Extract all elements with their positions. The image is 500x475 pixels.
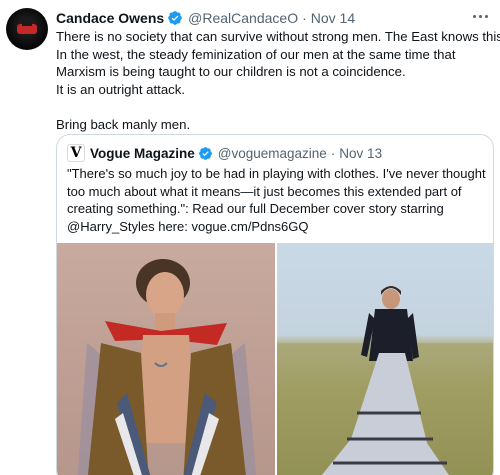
tweet-line: There is no society that can survive wit… <box>56 29 500 44</box>
quoted-line: "There's so much joy to be had in playin… <box>67 166 486 181</box>
verified-badge-icon <box>168 11 182 25</box>
tweet[interactable]: Candace Owens @RealCandaceO · Nov 14 The… <box>0 0 500 475</box>
tweet-header: Candace Owens @RealCandaceO · Nov 14 <box>56 9 355 27</box>
quoted-tweet-text: "There's so much joy to be had in playin… <box>67 165 487 235</box>
tweet-line: In the west, the steady feminization of … <box>56 46 456 62</box>
media-grid <box>57 243 493 475</box>
photo-studio-portrait[interactable] <box>57 243 275 475</box>
separator-dot: · <box>330 145 336 161</box>
quoted-tweet[interactable]: V Vogue Magazine @voguemagazine · Nov 13… <box>56 134 494 475</box>
more-options-icon[interactable] <box>470 8 490 24</box>
quoted-line: too much about what it means—it just bec… <box>67 183 462 199</box>
quoted-author-handle[interactable]: @voguemagazine <box>218 146 327 161</box>
quoted-line: creating something.": Read our full Dece… <box>67 201 444 216</box>
quoted-tweet-date[interactable]: Nov 13 <box>339 146 382 161</box>
portrait-illustration <box>77 259 257 475</box>
tweet-date[interactable]: Nov 14 <box>311 10 355 26</box>
author-name[interactable]: Candace Owens <box>56 10 164 26</box>
author-handle[interactable]: @RealCandaceO <box>188 10 298 26</box>
field-illustration <box>277 286 493 475</box>
vogue-logo-icon: V <box>67 144 85 162</box>
separator-dot: · <box>302 10 307 26</box>
author-avatar[interactable] <box>6 8 48 50</box>
tweet-line: Marxism is being taught to our children … <box>56 64 406 79</box>
quoted-author-name[interactable]: Vogue Magazine <box>90 146 195 161</box>
tweet-closing-line: Bring back manly men. <box>56 116 191 132</box>
quoted-line: @Harry_Styles here: vogue.cm/Pdns6GQ <box>67 218 309 234</box>
photo-field-gown[interactable] <box>277 243 493 475</box>
quoted-tweet-header: V Vogue Magazine @voguemagazine · Nov 13 <box>67 144 382 162</box>
verified-badge-icon <box>198 146 212 160</box>
tweet-line: It is an outright attack. <box>56 81 186 97</box>
tweet-text: There is no society that can survive wit… <box>56 28 500 133</box>
